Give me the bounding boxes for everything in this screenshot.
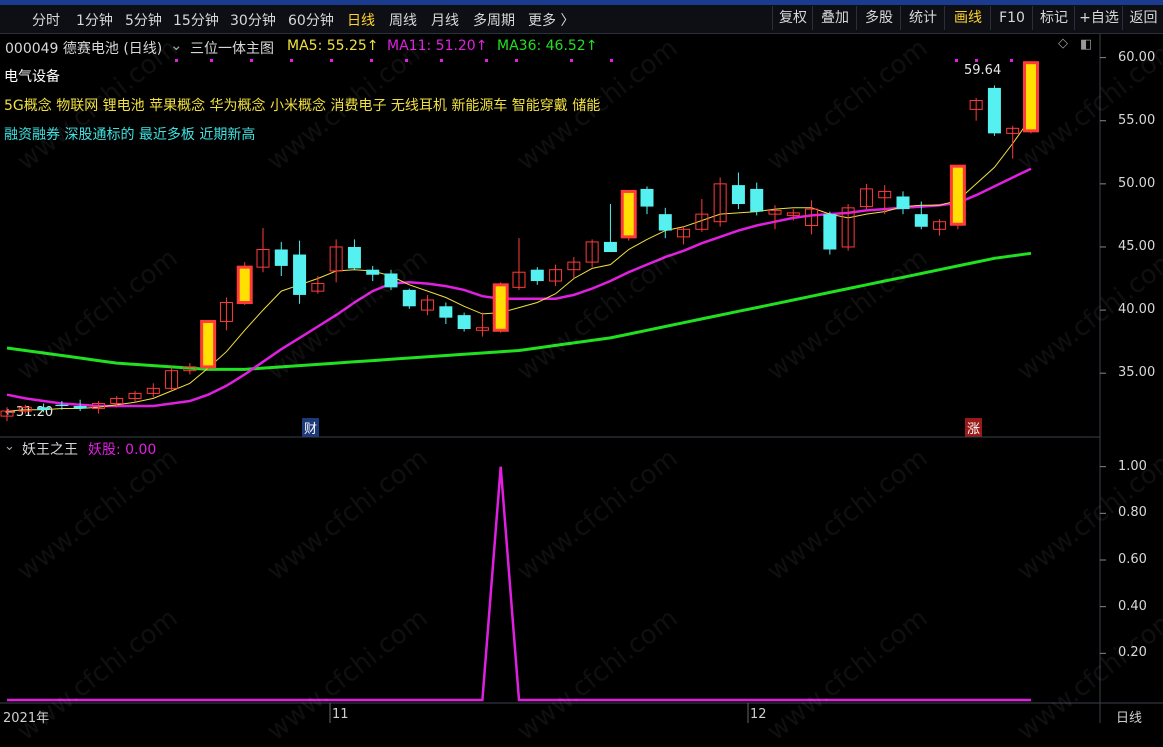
signal-dot: [330, 59, 333, 62]
down-candle: [439, 306, 453, 318]
down-candle: [274, 249, 288, 266]
signal-dot: [210, 59, 213, 62]
down-candle: [457, 315, 471, 330]
down-candle: [530, 269, 544, 282]
signal-dot: [570, 59, 573, 62]
down-candle: [55, 404, 69, 407]
signal-dot: [290, 59, 293, 62]
down-candle: [896, 196, 910, 210]
limit-up-candle: [492, 283, 509, 332]
signal-dot: [485, 59, 488, 62]
signal-dot: [440, 59, 443, 62]
limit-up-candle: [236, 265, 253, 305]
signal-dot: [975, 59, 978, 62]
limit-up-candle: [1023, 61, 1039, 133]
down-candle: [914, 214, 928, 227]
down-candle: [987, 87, 1001, 134]
down-candle: [750, 188, 764, 212]
signal-dot: [370, 59, 373, 62]
down-candle: [73, 406, 87, 409]
limit-up-candle: [620, 189, 637, 239]
down-candle: [823, 214, 837, 250]
signal-dot: [610, 59, 613, 62]
signal-dot: [1010, 59, 1013, 62]
down-candle: [640, 188, 654, 207]
down-candle: [293, 254, 307, 295]
down-candle: [402, 289, 416, 307]
signal-dot: [250, 59, 253, 62]
limit-up-candle: [200, 319, 217, 369]
down-candle: [731, 185, 745, 205]
down-candle: [603, 241, 617, 253]
down-candle: [658, 214, 672, 231]
limit-up-candle: [949, 164, 966, 226]
down-candle: [37, 407, 51, 410]
signal-dot: [955, 59, 958, 62]
down-candle: [347, 246, 361, 269]
signal-dot: [515, 59, 518, 62]
